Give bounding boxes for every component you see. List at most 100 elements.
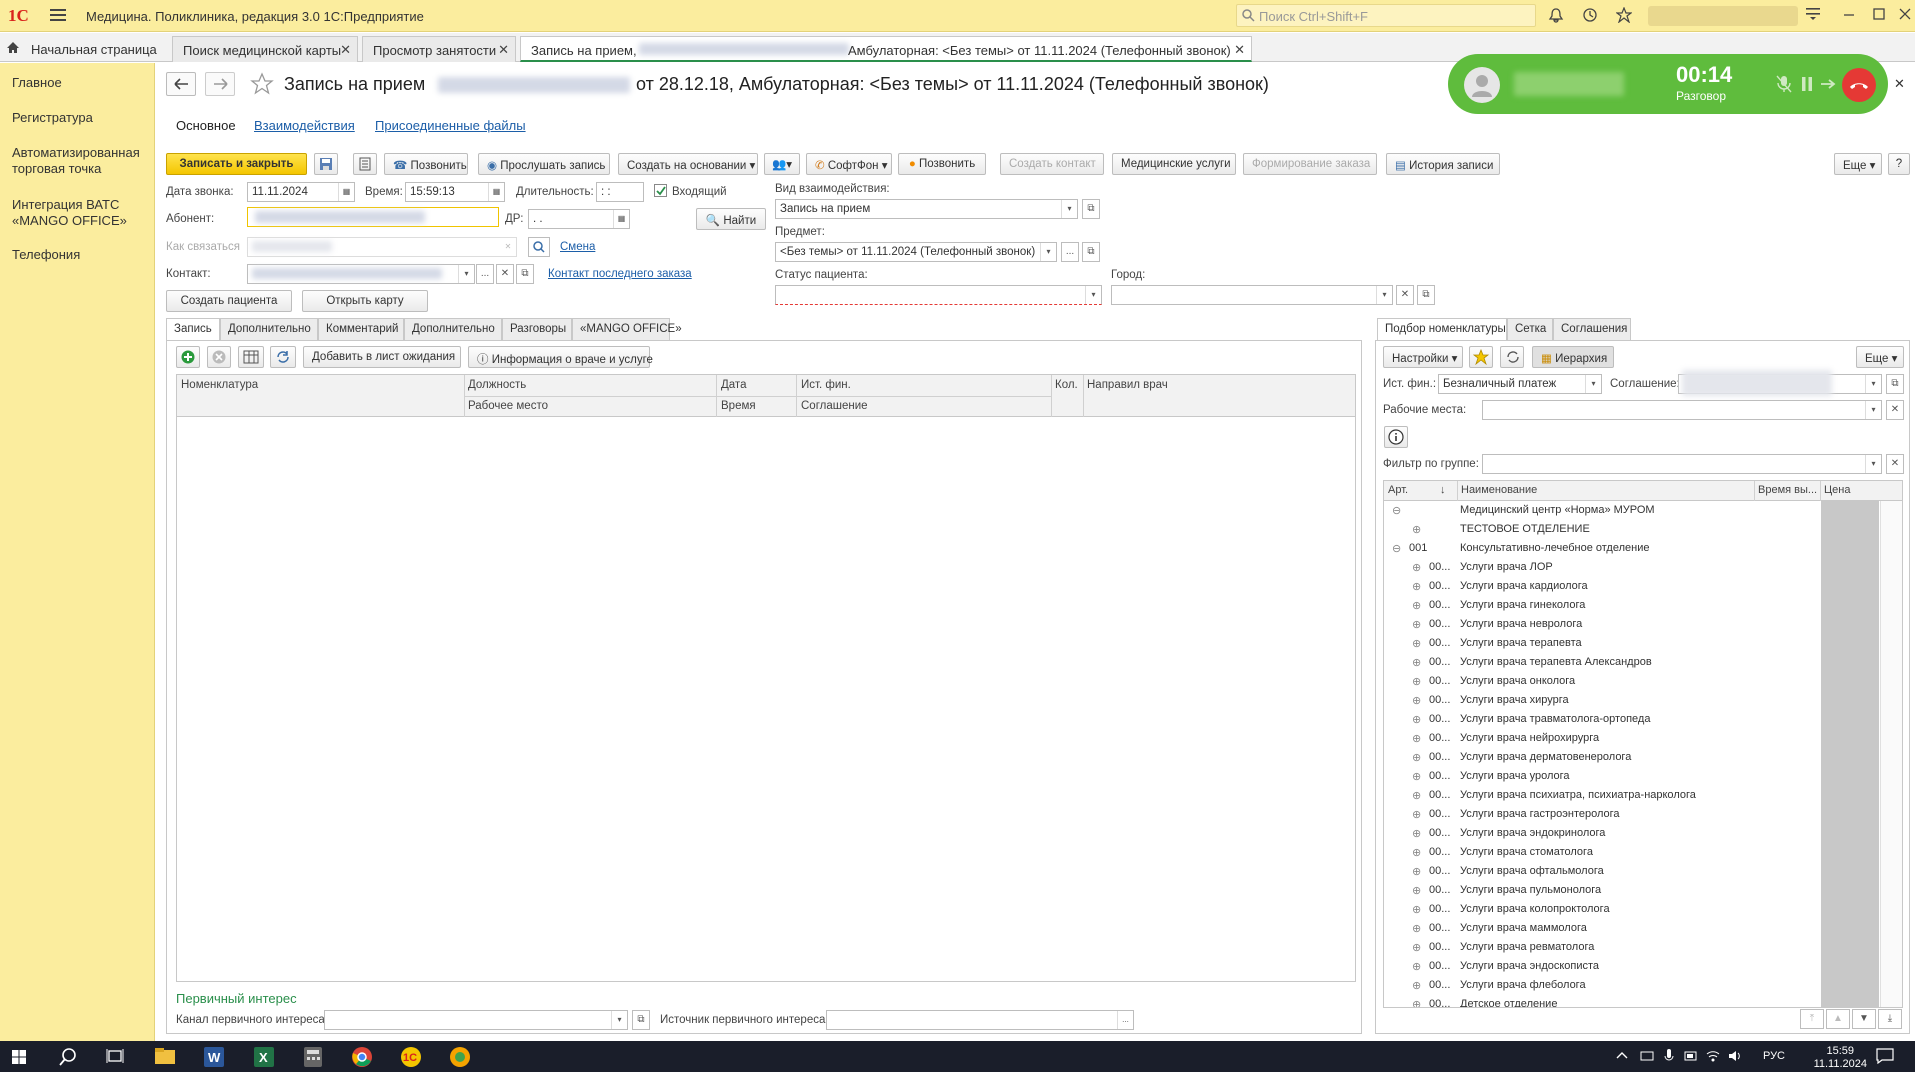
sidebar-item-main[interactable]: Главное — [12, 75, 62, 91]
primary-channel-select[interactable]: ▾ — [324, 1010, 628, 1030]
expand-icon[interactable]: ⊕ — [1412, 846, 1421, 859]
expand-icon[interactable]: ⊕ — [1412, 694, 1421, 707]
calendar-icon[interactable]: ▦ — [338, 183, 354, 201]
birthdate-field[interactable]: . . ▦ — [528, 209, 630, 229]
open-icon[interactable]: ⧉ — [632, 1010, 650, 1030]
tree-row[interactable]: ⊕ 00... Услуги врача пульмонолога — [1384, 881, 1880, 900]
clear-icon[interactable]: ✕ — [500, 238, 516, 256]
calculator-icon[interactable] — [304, 1047, 322, 1067]
column-header[interactable]: Арт. — [1388, 484, 1408, 496]
schedule-grid-button[interactable] — [238, 346, 264, 368]
last-order-contact-link[interactable]: Контакт последнего заказа — [548, 268, 692, 280]
tray-volume-icon[interactable] — [1728, 1049, 1744, 1063]
expand-icon[interactable]: ⊕ — [1412, 656, 1421, 669]
language-indicator[interactable]: РУС — [1763, 1050, 1785, 1062]
expand-icon[interactable]: ⊕ — [1412, 637, 1421, 650]
listen-record-button[interactable]: ◉ Прослушать запись — [478, 153, 610, 175]
group-filter-select[interactable]: ▾ — [1482, 454, 1882, 474]
column-header[interactable]: Номенклатура — [181, 379, 258, 391]
medical-services-button[interactable]: Медицинские услуги — [1112, 153, 1236, 175]
expand-icon[interactable]: ⊕ — [1412, 903, 1421, 916]
forward-button[interactable] — [205, 72, 235, 96]
column-header[interactable]: Должность — [468, 379, 526, 391]
column-header[interactable]: Направил врач — [1087, 379, 1168, 391]
tree-row[interactable]: ⊕ 00... Детское отделение — [1384, 995, 1880, 1007]
expand-icon[interactable]: ⊕ — [1412, 523, 1421, 536]
chevron-down-icon[interactable]: ▾ — [1585, 375, 1601, 393]
link-refresh-button[interactable] — [1500, 346, 1524, 368]
hierarchy-toggle-button[interactable]: ▦ Иерархия — [1532, 346, 1614, 368]
expand-icon[interactable]: ⊕ — [1412, 922, 1421, 935]
history-icon[interactable] — [1582, 7, 1598, 23]
expand-icon[interactable]: ⊕ — [1412, 789, 1421, 802]
scroll-bottom-icon[interactable]: ⤓ — [1878, 1009, 1902, 1029]
maximize-icon[interactable] — [1872, 7, 1886, 21]
chevron-down-icon[interactable]: ▾ — [1040, 243, 1056, 261]
tab-additional-2[interactable]: Дополнительно — [404, 318, 502, 340]
save-and-close-button[interactable]: Записать и закрыть — [166, 153, 307, 175]
calendar-icon[interactable]: ▦ — [613, 210, 629, 228]
select-button[interactable]: ... — [1061, 242, 1079, 262]
expand-icon[interactable]: ⊕ — [1412, 979, 1421, 992]
search-icon[interactable] — [58, 1047, 78, 1067]
clear-icon[interactable]: ✕ — [496, 264, 514, 284]
sidebar-item-telephony[interactable]: Телефония — [12, 247, 80, 263]
city-select[interactable]: ▾ — [1111, 285, 1393, 305]
expand-icon[interactable]: ⊕ — [1412, 675, 1421, 688]
excel-icon[interactable]: X — [254, 1047, 274, 1067]
tree-row[interactable]: ⊕ 00... Услуги врача колопроктолога — [1384, 900, 1880, 919]
scroll-up-icon[interactable]: ▲ — [1826, 1009, 1850, 1029]
tray-wifi-icon[interactable] — [1706, 1049, 1720, 1063]
call-date-field[interactable]: 11.11.2024 ▦ — [247, 182, 355, 202]
close-tab-icon[interactable]: ✕ — [1234, 42, 1245, 58]
settings-button[interactable]: Настройки ▾ — [1383, 346, 1463, 368]
chevron-down-icon[interactable]: ▾ — [1865, 375, 1881, 393]
chevron-down-icon[interactable]: ▾ — [1085, 286, 1101, 304]
sidebar-item-registry[interactable]: Регистратура — [12, 110, 93, 126]
clear-icon[interactable]: ✕ — [1886, 454, 1904, 474]
tree-row[interactable]: ⊕ 00... Услуги врача онколога — [1384, 672, 1880, 691]
tab-conversations[interactable]: Разговоры — [502, 318, 572, 340]
tree-row[interactable]: ⊕ 00... Услуги врача хирурга — [1384, 691, 1880, 710]
tree-row[interactable]: ⊖ Медицинский центр «Норма» МУРОМ — [1384, 501, 1880, 520]
1c-app-icon[interactable]: 1С — [400, 1047, 422, 1067]
add-to-waitlist-button[interactable]: Добавить в лист ожидания — [303, 346, 461, 368]
column-header[interactable]: Наименование — [1461, 484, 1537, 496]
tree-row[interactable]: ⊕ 00... Услуги врача дерматовенеролога — [1384, 748, 1880, 767]
tray-network-icon[interactable] — [1640, 1049, 1654, 1063]
tree-row[interactable]: ⊕ 00... Услуги врача терапевта — [1384, 634, 1880, 653]
info-button[interactable] — [1384, 426, 1408, 448]
settings-menu-icon[interactable] — [1806, 7, 1822, 21]
tab-agreements[interactable]: Соглашения — [1553, 318, 1631, 340]
bell-icon[interactable] — [1548, 7, 1564, 23]
transfer-icon[interactable] — [1820, 76, 1838, 92]
subnav-attached-files[interactable]: Присоединенные файлы — [375, 118, 526, 133]
column-header[interactable]: Время — [721, 400, 756, 412]
pause-icon[interactable] — [1800, 76, 1814, 92]
expand-icon[interactable]: ⊕ — [1412, 884, 1421, 897]
task-view-icon[interactable] — [106, 1047, 124, 1065]
delete-row-button[interactable] — [207, 346, 231, 368]
tray-battery-icon[interactable] — [1684, 1049, 1698, 1063]
tree-row[interactable]: ⊕ 00... Услуги врача гастроэнтеролога — [1384, 805, 1880, 824]
tray-mic-icon[interactable] — [1664, 1049, 1674, 1063]
expand-icon[interactable]: ⊕ — [1412, 732, 1421, 745]
chevron-down-icon[interactable]: ▾ — [1865, 455, 1881, 473]
tree-row[interactable]: ⊕ 00... Услуги врача маммолога — [1384, 919, 1880, 938]
favorite-star-icon[interactable] — [250, 72, 274, 96]
record-history-button[interactable]: ▤ История записи — [1386, 153, 1500, 175]
tree-row[interactable]: ⊕ 00... Услуги врача ревматолога — [1384, 938, 1880, 957]
column-header[interactable]: Ист. фин. — [801, 379, 851, 391]
create-based-on-button[interactable]: Создать на основании ▾ — [618, 153, 758, 175]
tree-row[interactable]: ⊕ 00... Услуги врача офтальмолога — [1384, 862, 1880, 881]
right-more-button[interactable]: Еще ▾ — [1856, 346, 1904, 368]
expand-icon[interactable]: ⊕ — [1412, 941, 1421, 954]
collapse-icon[interactable]: ⊖ — [1392, 542, 1401, 555]
tab-medical-card-search[interactable]: Поиск медицинской карты ✕ — [172, 36, 358, 62]
open-icon[interactable]: ⧉ — [1082, 199, 1100, 219]
clear-icon[interactable]: ✕ — [1396, 285, 1414, 305]
open-card-button[interactable]: Открыть карту — [302, 290, 428, 312]
mute-icon[interactable] — [1776, 75, 1792, 93]
time-field[interactable]: 15:59:13 ▦ — [405, 182, 505, 202]
hangup-button[interactable] — [1842, 68, 1876, 102]
